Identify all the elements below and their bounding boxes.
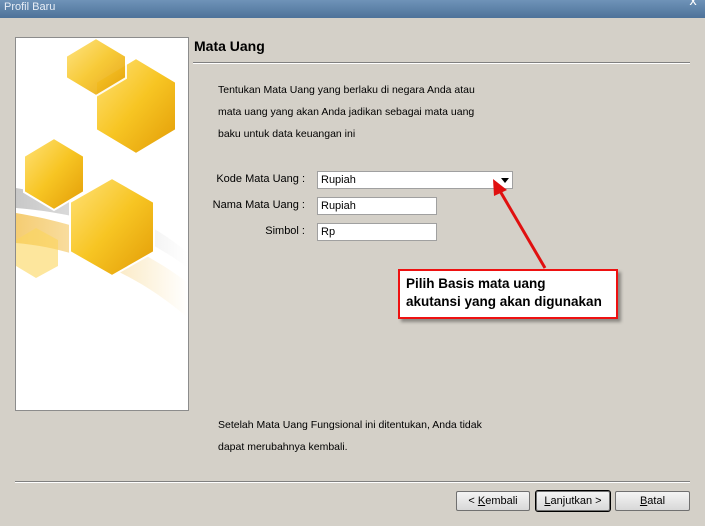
- callout-annotation: Pilih Basis mata uang akutansi yang akan…: [398, 269, 618, 319]
- back-button[interactable]: < Kembali: [456, 491, 530, 511]
- cancel-button-label: atal: [647, 495, 666, 507]
- next-button[interactable]: Lanjutkan >: [535, 490, 611, 512]
- title-bar: Profil Baru x: [0, 0, 705, 18]
- footer-divider: [15, 481, 690, 483]
- callout-line-1: Pilih Basis mata uang: [406, 276, 546, 291]
- note-line-2: dapat merubahnya kembali.: [218, 441, 348, 453]
- callout-line-2: akutansi yang akan digunakan: [406, 294, 602, 309]
- next-button-label: anjutkan >: [550, 495, 602, 507]
- dialog-body: Mata Uang Tentukan Mata Uang yang berlak…: [0, 18, 705, 526]
- cancel-button[interactable]: Batal: [615, 491, 690, 511]
- window-title: Profil Baru: [4, 1, 56, 13]
- note-line-1: Setelah Mata Uang Fungsional ini ditentu…: [218, 419, 482, 431]
- back-button-label: embali: [485, 495, 518, 507]
- back-button-prefix: <: [468, 495, 478, 507]
- close-icon[interactable]: x: [689, 0, 697, 9]
